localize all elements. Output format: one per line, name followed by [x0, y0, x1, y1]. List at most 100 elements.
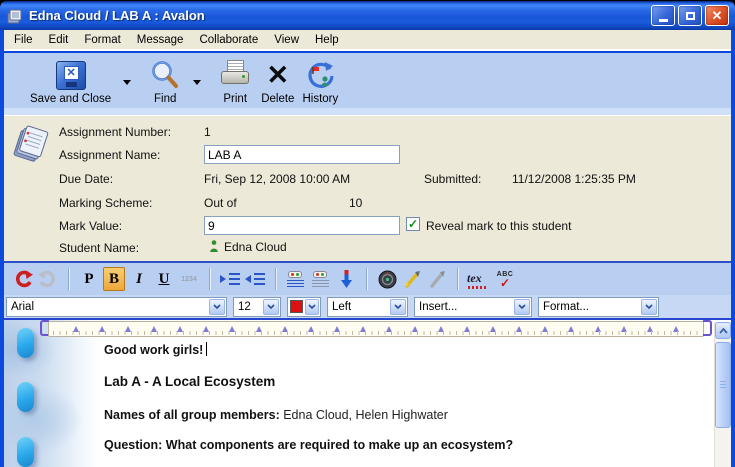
chevron-down-icon: [213, 304, 221, 309]
scrollbar-grip-icon: [720, 381, 726, 389]
underline-button[interactable]: U: [153, 267, 175, 291]
signature-icon: tex: [467, 269, 491, 289]
history-button[interactable]: History: [302, 58, 338, 105]
insert-below-button[interactable]: [335, 267, 357, 291]
highlight-dropper-button[interactable]: [401, 267, 423, 291]
line-spacing-button[interactable]: [310, 267, 332, 291]
maximize-button[interactable]: [678, 5, 702, 26]
menu-file[interactable]: File: [6, 32, 41, 48]
alignment-dropdown-button[interactable]: [390, 299, 406, 315]
document-body[interactable]: Good work girls! Lab A - A Local Ecosyst…: [104, 342, 699, 467]
editor-area[interactable]: Good work girls! Lab A - A Local Ecosyst…: [4, 320, 731, 467]
insert-combobox[interactable]: Insert...: [414, 297, 532, 317]
print-icon: [219, 60, 251, 90]
insert-value: Insert...: [419, 301, 457, 313]
stationery-capsule: [17, 328, 34, 358]
chevron-down-icon: [645, 304, 653, 309]
maximize-icon: [686, 12, 695, 20]
yellow-dropper-icon: [403, 270, 422, 289]
menu-message[interactable]: Message: [129, 32, 192, 48]
print-button[interactable]: Print: [219, 58, 251, 105]
assignment-stack-icon: [11, 119, 51, 163]
find-dropdown-caret-icon[interactable]: [193, 80, 201, 85]
minimize-button[interactable]: [651, 5, 675, 26]
find-label: Find: [154, 93, 176, 105]
marking-scheme-label: Marking Scheme:: [59, 196, 152, 210]
title-bar[interactable]: Edna Cloud / LAB A : Avalon ✕: [0, 0, 735, 30]
scroll-up-button[interactable]: [715, 322, 731, 339]
italic-button[interactable]: I: [128, 267, 150, 291]
chevron-down-icon: [518, 304, 526, 309]
submitted-label: Submitted:: [424, 172, 481, 186]
scrollbar-thumb[interactable]: [715, 342, 731, 428]
reveal-mark-label: Reveal mark to this student: [426, 219, 571, 233]
color-swatch: [290, 300, 303, 313]
main-toolbar: ✕ Save and Close Find Print ✕: [4, 53, 731, 108]
stationery-capsule: [17, 437, 34, 467]
save-and-close-icon: ✕: [56, 61, 86, 90]
save-and-close-button[interactable]: ✕ Save and Close: [30, 58, 111, 105]
alignment-combobox[interactable]: Left: [327, 297, 408, 317]
insert-dropdown-button[interactable]: [514, 299, 530, 315]
marking-scheme-value: Out of: [204, 196, 237, 210]
font-size-dropdown-button[interactable]: [263, 299, 279, 315]
view-properties-button[interactable]: [376, 267, 398, 291]
find-button[interactable]: Find: [149, 58, 181, 105]
redo-icon: [38, 270, 58, 288]
menu-bar: File Edit Format Message Collaborate Vie…: [4, 30, 731, 51]
assignment-number-value: 1: [204, 125, 211, 139]
stationery-capsule: [17, 382, 34, 412]
assignment-name-input[interactable]: [204, 145, 400, 164]
find-icon: [149, 58, 181, 92]
menu-help[interactable]: Help: [307, 32, 347, 48]
submitted-value: 11/12/2008 1:25:35 PM: [512, 172, 636, 186]
student-name-label: Student Name:: [59, 241, 139, 255]
color-dropdown-button[interactable]: [305, 299, 319, 315]
font-dropdown-button[interactable]: [209, 299, 225, 315]
spell-check-button[interactable]: ABC ✓: [494, 267, 516, 291]
decrease-indent-button[interactable]: [244, 267, 266, 291]
fixed-size-button[interactable]: 1234: [178, 267, 200, 291]
chevron-down-icon: [267, 304, 275, 309]
font-size-combobox[interactable]: 12: [233, 297, 281, 317]
gray-dropper-icon: [428, 270, 447, 289]
paragraph-spacing-button[interactable]: [285, 267, 307, 291]
ruler[interactable]: [48, 321, 704, 337]
mark-value-input[interactable]: [204, 216, 400, 235]
delete-icon: ✕: [267, 62, 290, 89]
format-value: Format...: [543, 301, 589, 313]
menu-view[interactable]: View: [266, 32, 307, 48]
decrease-indent-icon: [245, 271, 265, 287]
paragraph-greeting: Good work girls!: [104, 342, 699, 358]
chevron-down-icon: [308, 304, 316, 309]
format-toolbar: P B I U 1234: [4, 261, 731, 295]
format-dropdown-button[interactable]: [641, 299, 657, 315]
menu-edit[interactable]: Edit: [41, 32, 77, 48]
history-icon: [304, 58, 336, 92]
plain-style-button[interactable]: P: [78, 267, 100, 291]
font-color-combobox[interactable]: [287, 297, 321, 317]
mark-value-label: Mark Value:: [59, 219, 122, 233]
menu-collaborate[interactable]: Collaborate: [191, 32, 266, 48]
bold-button[interactable]: B: [103, 267, 125, 291]
increase-indent-button[interactable]: [219, 267, 241, 291]
insert-signature-button[interactable]: tex: [467, 267, 491, 291]
font-size-value: 12: [238, 301, 251, 313]
ruler-right-margin-marker[interactable]: [703, 320, 712, 336]
line-spacing-icon: [311, 270, 331, 288]
save-dropdown-caret-icon[interactable]: [123, 80, 131, 85]
close-button[interactable]: ✕: [705, 5, 729, 26]
assignment-form: Assignment Number: 1 Assignment Name: Du…: [4, 116, 731, 261]
minimize-icon: [659, 19, 668, 22]
undo-button[interactable]: [12, 267, 34, 291]
redo-button[interactable]: [37, 267, 59, 291]
pickup-dropper-button[interactable]: [426, 267, 448, 291]
checkbox-check-icon: ✓: [408, 218, 418, 230]
vertical-scrollbar[interactable]: [714, 322, 731, 467]
font-combobox[interactable]: Arial: [6, 297, 227, 317]
menu-format[interactable]: Format: [76, 32, 128, 48]
delete-button[interactable]: ✕ Delete: [261, 58, 294, 105]
reveal-mark-checkbox[interactable]: ✓: [406, 217, 420, 231]
format-combobox[interactable]: Format...: [538, 297, 659, 317]
spell-check-icon: ABC ✓: [497, 271, 514, 288]
